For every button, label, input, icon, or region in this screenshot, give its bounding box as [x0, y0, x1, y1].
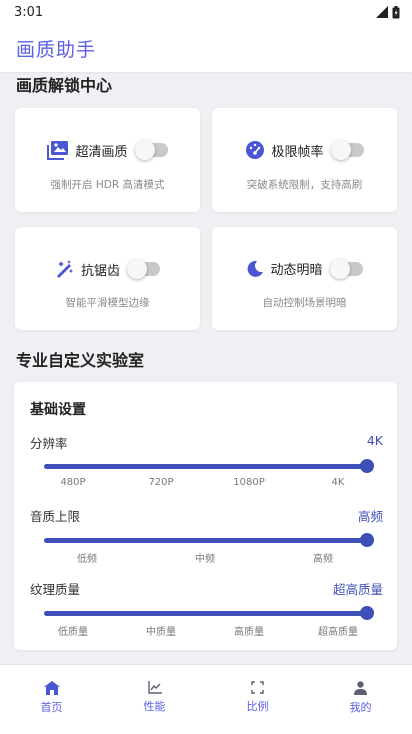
texture-quality-slider-thumb[interactable] [360, 606, 374, 620]
magic-wand-icon [56, 260, 73, 278]
feature-card-dynamic-brightness: 动态明暗 自动控制场景明暗 [212, 227, 397, 330]
ultra-hd-toggle[interactable] [134, 140, 168, 160]
nav-label: 我的 [349, 701, 372, 714]
app-bar: 画质助手 [0, 24, 412, 72]
resolution-tick: 4K [331, 477, 345, 488]
feature-label: 抗锯齿 [80, 263, 120, 279]
fullscreen-icon [251, 681, 264, 694]
texture-quality-value: 超高质量 [332, 582, 383, 597]
resolution-slider[interactable] [44, 459, 374, 473]
basic-settings-title: 基础设置 [30, 402, 86, 418]
feature-desc: 智能平滑模型边缘 [65, 297, 150, 309]
feature-label: 极限帧率 [271, 144, 324, 160]
moon-icon [248, 260, 264, 277]
texture-quality-slider[interactable] [44, 606, 374, 620]
feature-desc: 突破系统限制，支持高刷 [246, 179, 363, 191]
speedometer-icon [246, 141, 265, 159]
audio-limit-label: 音质上限 [30, 509, 81, 524]
lab-section-title: 专业自定义实验室 [16, 351, 145, 370]
status-icons [376, 5, 400, 19]
texture-quality-tick: 低质量 [58, 627, 88, 638]
audio-limit-tick: 高频 [313, 554, 333, 565]
home-icon [43, 681, 60, 695]
nav-item-ratio[interactable]: 比例 [206, 681, 309, 714]
battery-icon [392, 5, 400, 18]
frame-rate-toggle[interactable] [330, 140, 364, 160]
feature-card-ultra-hd: 超清画质 强制开启 HDR 高清模式 [15, 108, 200, 212]
photo-icon [47, 141, 69, 160]
texture-quality-tick: 中质量 [146, 627, 176, 638]
signal-icon [376, 6, 388, 18]
unlock-section-title: 画质解锁中心 [16, 76, 113, 95]
audio-limit-value: 高频 [357, 509, 383, 524]
feature-card-anti-aliasing: 抗锯齿 智能平滑模型边缘 [15, 227, 200, 330]
nav-label: 比例 [246, 700, 269, 713]
anti-aliasing-toggle[interactable] [127, 259, 160, 279]
nav-item-home[interactable]: 首页 [0, 681, 103, 715]
nav-item-profile[interactable]: 我的 [309, 681, 412, 715]
resolution-tick: 1080P [233, 477, 265, 488]
feature-card-frame-rate: 极限帧率 突破系统限制，支持高刷 [212, 108, 397, 212]
nav-label: 首页 [40, 701, 63, 714]
nav-label: 性能 [143, 700, 166, 713]
resolution-tick: 480P [60, 477, 86, 488]
resolution-tick: 720P [148, 477, 174, 488]
audio-limit-tick: 中频 [195, 554, 215, 565]
app-title: 画质助手 [16, 38, 97, 61]
bottom-nav: 首页 性能 比例 我的 [0, 664, 412, 734]
audio-limit-tick: 低频 [77, 554, 97, 565]
texture-quality-tick: 高质量 [234, 627, 264, 638]
feature-label: 超清画质 [75, 144, 128, 160]
basic-settings-card: 基础设置 分辨率 4K 480P 720P 1080P 4K 音质上限 高频 低… [14, 382, 397, 650]
texture-quality-label: 纹理质量 [30, 582, 81, 597]
feature-desc: 自动控制场景明暗 [262, 297, 347, 309]
feature-label: 动态明暗 [270, 263, 323, 278]
chart-icon [147, 681, 162, 694]
audio-limit-slider[interactable] [44, 533, 374, 547]
person-icon [354, 681, 367, 695]
resolution-slider-thumb[interactable] [360, 459, 374, 473]
status-time: 3:01 [14, 4, 44, 20]
texture-quality-tick: 超高质量 [318, 627, 358, 638]
dynamic-brightness-toggle[interactable] [329, 258, 363, 279]
feature-desc: 强制开启 HDR 高清模式 [50, 179, 165, 191]
resolution-label: 分辨率 [30, 436, 68, 451]
status-bar: 3:01 [0, 0, 412, 24]
resolution-value: 4K [366, 433, 383, 448]
audio-limit-slider-thumb[interactable] [360, 533, 374, 547]
nav-item-performance[interactable]: 性能 [103, 681, 206, 714]
